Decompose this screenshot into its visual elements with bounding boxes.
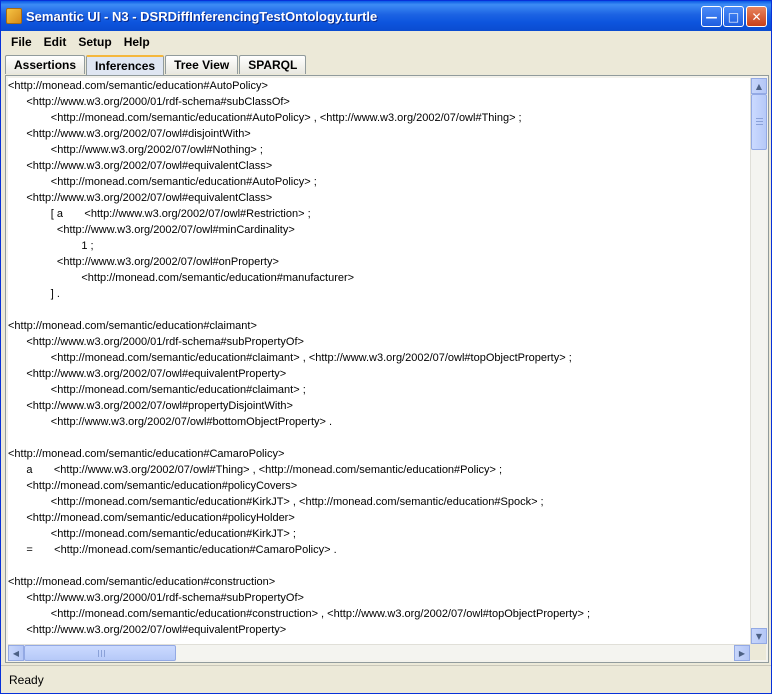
horizontal-scroll-thumb[interactable] xyxy=(24,645,176,661)
grip-line xyxy=(756,124,763,125)
code-line: <http://www.w3.org/2002/07/owl#equivalen… xyxy=(8,192,273,204)
code-line: <http://www.w3.org/2002/07/owl#bottomObj… xyxy=(8,416,333,428)
minimize-button[interactable]: — xyxy=(701,6,722,27)
inferences-text-area[interactable]: <http://monead.com/semantic/education#Au… xyxy=(8,78,750,644)
code-line: <http://monead.com/semantic/education#Ki… xyxy=(8,496,544,508)
grip-line xyxy=(98,650,99,657)
code-line: <http://monead.com/semantic/education#Au… xyxy=(8,80,268,92)
vertical-scroll-thumb[interactable] xyxy=(751,94,767,150)
code-line: <http://www.w3.org/2002/07/owl#propertyD… xyxy=(8,400,293,412)
code-line: <http://www.w3.org/2000/01/rdf-schema#su… xyxy=(8,96,290,108)
code-line: <http://monead.com/semantic/education#cl… xyxy=(8,352,572,364)
scroll-corner xyxy=(750,644,766,660)
scroll-up-button[interactable]: ▲ xyxy=(751,78,767,94)
horizontal-scrollbar[interactable]: ◀ ▶ xyxy=(8,644,750,661)
code-line: <http://monead.com/semantic/education#co… xyxy=(8,576,276,588)
code-line: ] . xyxy=(8,288,60,300)
vertical-scrollbar[interactable]: ▲ ▼ xyxy=(750,78,767,644)
code-line: <http://monead.com/semantic/education#co… xyxy=(8,608,591,620)
menu-file[interactable]: File xyxy=(5,35,38,49)
code-line: <http://monead.com/semantic/education#cl… xyxy=(8,320,257,332)
arrow-right-icon: ▶ xyxy=(738,648,746,658)
tab-assertions[interactable]: Assertions xyxy=(5,55,86,74)
grip-line xyxy=(756,118,763,119)
grip-line xyxy=(756,121,763,122)
code-line: <http://www.w3.org/2002/07/owl#equivalen… xyxy=(8,160,273,172)
code-line: <http://monead.com/semantic/education#Ki… xyxy=(8,528,296,540)
menu-edit[interactable]: Edit xyxy=(38,35,73,49)
minimize-icon: — xyxy=(705,9,718,24)
tab-tree-view[interactable]: Tree View xyxy=(165,55,239,74)
tab-inferences[interactable]: Inferences xyxy=(86,55,165,75)
app-window: Semantic UI - N3 - DSRDiffInferencingTes… xyxy=(0,0,772,694)
code-line: <http://www.w3.org/2002/07/owl#equivalen… xyxy=(8,624,287,636)
menu-help[interactable]: Help xyxy=(118,35,156,49)
close-icon: ✕ xyxy=(751,9,762,24)
menu-bar: File Edit Setup Help xyxy=(1,31,771,53)
code-line: <http://monead.com/semantic/education#po… xyxy=(8,480,298,492)
code-line: <http://monead.com/semantic/education#Au… xyxy=(8,176,317,188)
code-line: 1 ; xyxy=(8,240,94,252)
close-button[interactable]: ✕ xyxy=(746,6,767,27)
code-line: [ a <http://www.w3.org/2002/07/owl#Restr… xyxy=(8,208,311,220)
code-line: a <http://www.w3.org/2002/07/owl#Thing> … xyxy=(8,464,503,476)
scroll-right-button[interactable]: ▶ xyxy=(734,645,750,661)
grip-line xyxy=(101,650,102,657)
code-line: <http://monead.com/semantic/education#Au… xyxy=(8,112,522,124)
code-line: <http://monead.com/semantic/education#Ca… xyxy=(8,448,285,460)
code-line: <http://www.w3.org/2002/07/owl#Nothing> … xyxy=(8,144,263,156)
code-line: <http://www.w3.org/2002/07/owl#disjointW… xyxy=(8,128,251,140)
code-line: <http://www.w3.org/2002/07/owl#onPropert… xyxy=(8,256,279,268)
code-line: <http://www.w3.org/2002/07/owl#equivalen… xyxy=(8,368,287,380)
grip-line xyxy=(104,650,105,657)
arrow-up-icon: ▲ xyxy=(755,81,763,91)
tab-strip: Assertions Inferences Tree View SPARQL xyxy=(5,55,307,75)
code-line: <http://www.w3.org/2002/07/owl#minCardin… xyxy=(8,224,295,236)
scroll-left-button[interactable]: ◀ xyxy=(8,645,24,661)
status-text: Ready xyxy=(9,672,44,687)
code-line: <http://www.w3.org/2000/01/rdf-schema#su… xyxy=(8,336,304,348)
tab-sparql[interactable]: SPARQL xyxy=(239,55,307,74)
title-bar[interactable]: Semantic UI - N3 - DSRDiffInferencingTes… xyxy=(1,1,771,31)
code-line: <http://monead.com/semantic/education#ma… xyxy=(8,272,355,284)
arrow-down-icon: ▼ xyxy=(755,631,763,641)
window-title: Semantic UI - N3 - DSRDiffInferencingTes… xyxy=(26,8,378,24)
menu-setup[interactable]: Setup xyxy=(72,35,117,49)
tab-content-panel: <http://monead.com/semantic/education#Au… xyxy=(5,75,769,663)
java-app-icon xyxy=(6,8,22,24)
maximize-icon: □ xyxy=(727,9,740,24)
status-bar: Ready xyxy=(1,665,771,693)
code-line: <http://monead.com/semantic/education#cl… xyxy=(8,384,306,396)
code-line: = <http://monead.com/semantic/education#… xyxy=(8,544,337,556)
maximize-button[interactable]: □ xyxy=(723,6,744,27)
code-line: <http://monead.com/semantic/education#po… xyxy=(8,512,295,524)
arrow-left-icon: ◀ xyxy=(12,648,20,658)
code-line: <http://www.w3.org/2000/01/rdf-schema#su… xyxy=(8,592,304,604)
scroll-down-button[interactable]: ▼ xyxy=(751,628,767,644)
